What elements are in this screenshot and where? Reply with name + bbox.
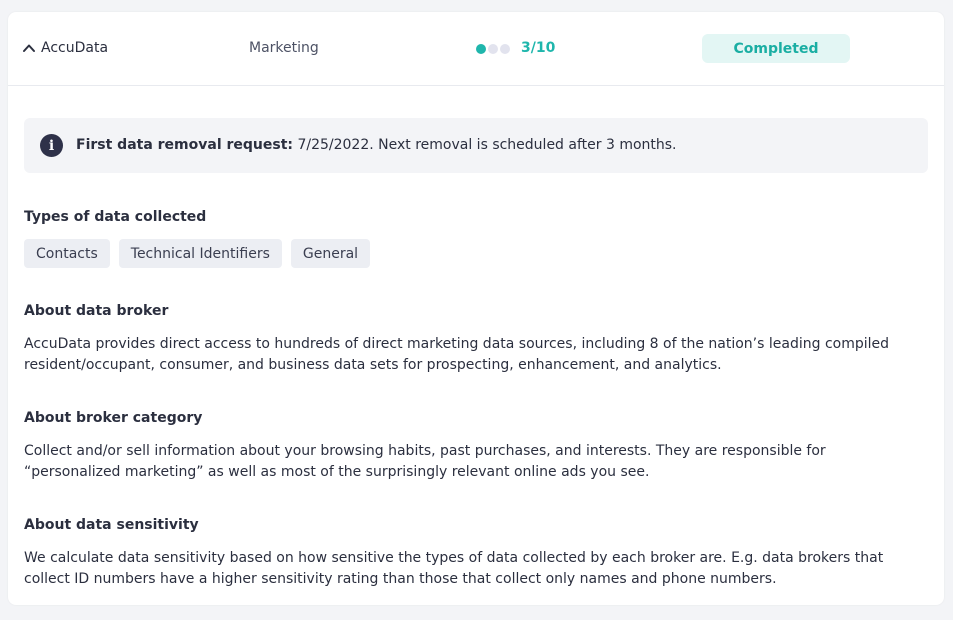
about-sensitivity-title: About data sensitivity <box>24 517 199 533</box>
info-icon: i <box>40 134 63 157</box>
broker-name[interactable]: AccuData <box>41 40 108 56</box>
broker-card: AccuData Marketing 3/10 Completed i Firs… <box>8 12 944 605</box>
about-category-text: Collect and/or sell information about yo… <box>24 443 826 480</box>
status-badge: Completed <box>702 34 850 63</box>
chevron-up-icon[interactable] <box>22 41 36 55</box>
sensitivity-dot-3 <box>500 44 510 54</box>
sensitivity-dot-2 <box>488 44 498 54</box>
sensitivity-score: 3/10 <box>521 40 556 56</box>
data-types-title: Types of data collected <box>24 209 207 225</box>
about-sensitivity-text: We calculate data sensitivity based on h… <box>24 550 884 587</box>
about-broker-title: About data broker <box>24 303 169 319</box>
data-type-tag: Technical Identifiers <box>118 239 282 268</box>
removal-info-banner: i First data removal request: 7/25/2022.… <box>24 118 928 173</box>
sensitivity-dot-1 <box>476 44 486 54</box>
data-type-tags: Contacts Technical Identifiers General <box>24 239 371 268</box>
about-category-title: About broker category <box>24 410 203 426</box>
broker-row-header[interactable]: AccuData Marketing 3/10 Completed <box>8 12 944 86</box>
removal-info-detail: 7/25/2022. Next removal is scheduled aft… <box>293 137 677 153</box>
data-type-tag: General <box>290 239 371 268</box>
about-broker-text: AccuData provides direct access to hundr… <box>24 336 890 373</box>
removal-info-label: First data removal request: <box>76 137 294 153</box>
removal-info-text: First data removal request: 7/25/2022. N… <box>76 137 677 153</box>
data-type-tag: Contacts <box>24 239 110 268</box>
broker-category: Marketing <box>249 40 319 56</box>
